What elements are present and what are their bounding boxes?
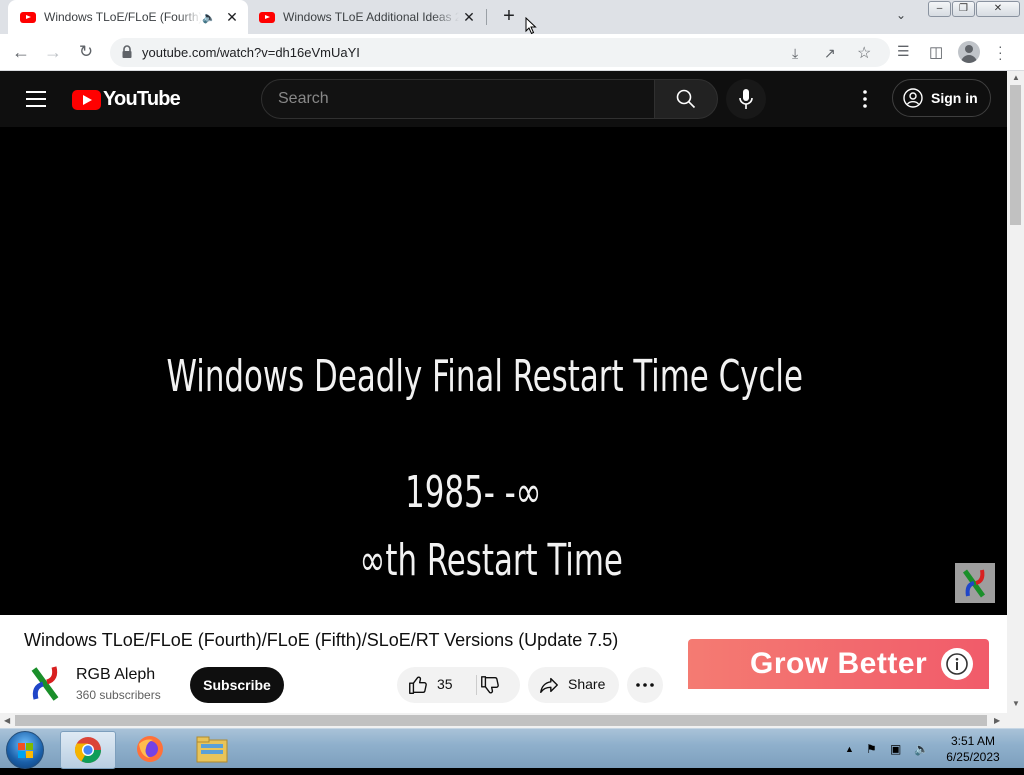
aleph-logo-icon — [962, 569, 986, 598]
scroll-up-arrow-icon[interactable]: ▲ — [1012, 73, 1020, 82]
youtube-favicon-icon — [259, 11, 275, 23]
window-close-button[interactable]: ✕ — [976, 1, 1020, 17]
action-center-flag-icon[interactable]: ⚑ — [866, 742, 877, 756]
settings-more-icon[interactable] — [853, 87, 877, 111]
video-overlay-text: Windows Deadly Final Restart Time Cycle — [166, 351, 804, 402]
tab-search-chevron-icon[interactable]: ⌄ — [896, 8, 906, 22]
search-button[interactable] — [654, 79, 718, 119]
media-controls-icon[interactable]: ☰ — [897, 43, 910, 60]
side-panel-icon[interactable]: ◫ — [929, 43, 943, 61]
ad-banner-background: Grow Better — [688, 639, 989, 689]
volume-muted-icon[interactable]: 🔈 — [914, 742, 929, 756]
profile-avatar-icon[interactable] — [958, 41, 980, 63]
clock-time: 3:51 AM — [950, 734, 996, 748]
mouse-cursor-icon — [525, 17, 537, 35]
video-player[interactable]: Windows Deadly Final Restart Time Cycle … — [0, 127, 1007, 615]
share-arrow-icon — [540, 677, 558, 694]
share-label: Share — [568, 676, 606, 692]
like-button[interactable]: 35 — [397, 667, 475, 703]
system-clock[interactable]: 3:51 AM 6/25/2023 — [940, 733, 1006, 765]
like-count: 35 — [437, 676, 453, 692]
voice-search-button[interactable] — [726, 79, 766, 119]
search-icon — [676, 89, 696, 109]
tab-close-icon[interactable]: ✕ — [459, 9, 479, 26]
browser-toolbar: ← → ↻ youtube.com/watch?v=dh16eVmUaYI ⤓ … — [0, 34, 1024, 71]
youtube-play-logo-icon — [72, 89, 101, 110]
folder-icon — [196, 736, 228, 763]
dislike-button[interactable] — [477, 667, 520, 703]
info-icon — [946, 653, 968, 675]
video-overlay-text: ∞th Restart Time — [359, 535, 623, 586]
chrome-icon — [74, 737, 102, 764]
taskbar-firefox[interactable] — [122, 731, 178, 769]
share-button[interactable]: Share — [528, 667, 619, 703]
minimize-button[interactable]: – — [928, 1, 951, 17]
scroll-down-arrow-icon[interactable]: ▼ — [1012, 699, 1020, 708]
clock-date: 6/25/2023 — [946, 750, 1000, 764]
channel-name[interactable]: RGB Aleph — [76, 666, 155, 684]
audio-playing-icon[interactable]: 🔈 — [202, 11, 216, 24]
chrome-menu-icon[interactable]: · · · — [998, 39, 1003, 65]
youtube-favicon-icon — [20, 11, 36, 23]
more-horizontal-icon — [636, 683, 654, 687]
lock-icon[interactable] — [122, 45, 132, 58]
more-actions-button[interactable] — [627, 667, 663, 703]
channel-avatar[interactable] — [26, 663, 64, 703]
tab-strip: Windows TLoE/FLoE (Fourth)/FLoE (Fifth)/… — [0, 0, 1024, 34]
back-arrow-icon[interactable]: ← — [9, 40, 33, 64]
start-button[interactable] — [6, 731, 44, 769]
video-title: Windows TLoE/FLoE (Fourth)/FLoE (Fifth)/… — [24, 630, 619, 650]
tab-close-icon[interactable]: ✕ — [222, 9, 242, 26]
forward-arrow-icon[interactable]: → — [41, 40, 65, 64]
horizontal-scroll-thumb[interactable] — [15, 715, 987, 726]
account-circle-icon — [903, 88, 923, 108]
new-tab-button[interactable]: + — [498, 6, 520, 28]
show-hidden-icons-icon[interactable]: ▲ — [845, 744, 854, 754]
youtube-masthead: YouTube Sign in — [0, 71, 1007, 127]
tab-inactive[interactable]: Windows TLoE Additional Ideas 2 ✕ — [249, 0, 485, 34]
thumbs-up-icon — [409, 676, 427, 694]
windows-taskbar: ▲ ⚑ ▣ 🔈 3:51 AM 6/25/2023 — [0, 728, 1024, 769]
network-icon[interactable]: ▣ — [890, 742, 901, 756]
tab-title: Windows TLoE Additional Ideas 2 — [283, 10, 459, 24]
vertical-scroll-thumb[interactable] — [1010, 85, 1021, 225]
scroll-left-arrow-icon[interactable]: ◀ — [4, 716, 10, 725]
thumbs-down-icon — [481, 676, 499, 694]
search-input[interactable] — [278, 88, 638, 110]
install-app-icon[interactable]: ⤓ — [792, 45, 798, 62]
scroll-right-arrow-icon[interactable]: ▶ — [994, 716, 1000, 725]
tab-separator — [486, 9, 487, 25]
taskbar-file-explorer[interactable] — [184, 731, 240, 769]
bookmark-star-icon[interactable]: ☆ — [857, 43, 871, 63]
sign-in-button[interactable]: Sign in — [892, 79, 991, 117]
url-text[interactable]: youtube.com/watch?v=dh16eVmUaYI — [142, 45, 360, 60]
horizontal-scrollbar[interactable]: ◀ ▶ — [0, 713, 1024, 728]
tab-title: Windows TLoE/FLoE (Fourth)/FLoE (Fifth)/… — [44, 10, 202, 24]
like-dislike-pill: 35 — [397, 667, 520, 703]
subscribe-button[interactable]: Subscribe — [190, 667, 284, 703]
youtube-wordmark: YouTube — [103, 88, 181, 110]
sign-in-label: Sign in — [931, 90, 978, 106]
restore-button[interactable]: ❐ — [952, 1, 975, 17]
share-page-icon[interactable]: ↗ — [824, 45, 836, 62]
windows-logo-icon — [18, 743, 33, 758]
youtube-logo[interactable]: YouTube — [72, 88, 181, 111]
subscriber-count: 360 subscribers — [76, 688, 161, 702]
tab-active[interactable]: Windows TLoE/FLoE (Fourth)/FLoE (Fifth)/… — [8, 0, 248, 34]
taskbar-chrome[interactable] — [60, 731, 116, 769]
ad-banner[interactable]: Grow Better — [688, 639, 989, 713]
guide-menu-icon[interactable] — [26, 91, 46, 107]
address-bar[interactable]: youtube.com/watch?v=dh16eVmUaYI ⤓ ↗ ☆ — [110, 38, 890, 67]
ad-info-button[interactable] — [941, 648, 973, 680]
search-box[interactable] — [261, 79, 655, 119]
reload-icon[interactable]: ↻ — [74, 40, 98, 64]
microphone-icon — [739, 89, 753, 109]
video-overlay-text: 1985- -∞ — [405, 467, 542, 518]
channel-watermark-logo[interactable] — [955, 563, 995, 603]
vertical-scrollbar[interactable]: ▲ ▼ — [1007, 71, 1024, 713]
ad-headline: Grow Better — [750, 647, 928, 680]
firefox-icon — [137, 736, 163, 762]
youtube-page: YouTube Sign in — [0, 71, 1007, 713]
